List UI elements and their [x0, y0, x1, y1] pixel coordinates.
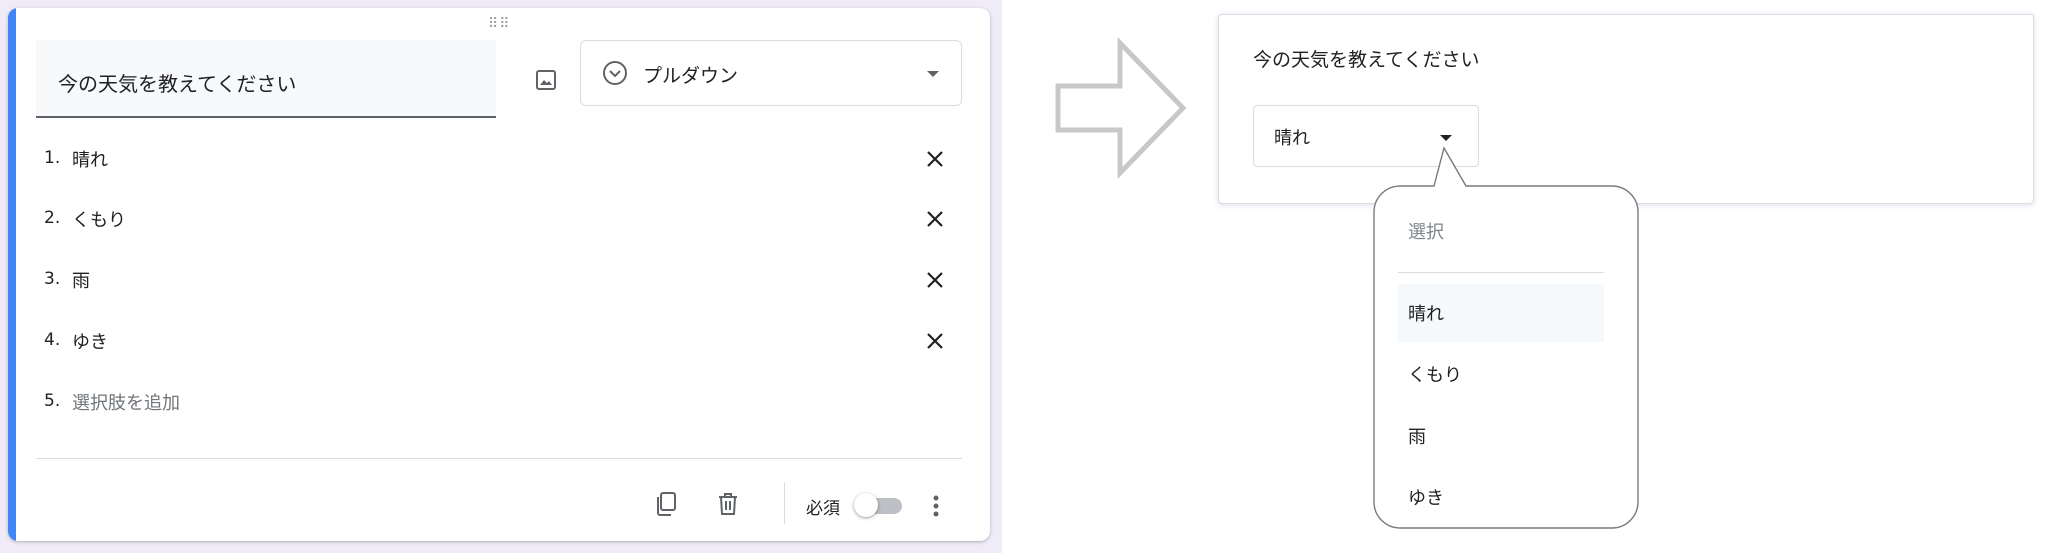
dropdown-item[interactable]: くもり — [1408, 361, 1462, 387]
option-row: 3. 雨 — [36, 259, 966, 299]
option-row: 4. ゆき — [36, 320, 966, 360]
drag-handle-icon[interactable]: ⠿⠿ — [488, 16, 511, 32]
right-arrow-icon — [1055, 38, 1187, 178]
trash-icon — [719, 493, 737, 515]
close-icon — [927, 211, 943, 227]
image-icon — [536, 70, 556, 90]
add-image-button[interactable] — [524, 58, 568, 102]
option-input[interactable]: ゆき — [72, 328, 108, 354]
chevron-down-icon — [927, 71, 939, 77]
option-number: 1. — [44, 148, 61, 168]
remove-option-button[interactable] — [918, 324, 952, 358]
selected-value: 晴れ — [1274, 128, 1310, 149]
question-editor-card: ⠿⠿ 今の天気を教えてください プルダウン 1. 晴れ 2. くもり 3. 雨 — [8, 8, 990, 541]
toolbar-divider — [784, 482, 785, 524]
option-input[interactable]: 晴れ — [72, 146, 108, 172]
option-number: 4. — [44, 330, 61, 350]
option-number: 5. — [44, 391, 61, 411]
copy-icon — [657, 492, 676, 516]
close-icon — [927, 333, 943, 349]
add-option-row: 5. 選択肢を追加 — [36, 381, 966, 421]
question-title-input[interactable]: 今の天気を教えてください — [36, 40, 496, 118]
dropdown-item[interactable]: ゆき — [1408, 484, 1444, 510]
question-title-text: 今の天気を教えてください — [58, 72, 297, 96]
option-number: 3. — [44, 269, 61, 289]
close-icon — [927, 151, 943, 167]
more-options-button[interactable] — [924, 490, 948, 522]
dropdown-separator — [1398, 272, 1604, 273]
remove-option-button[interactable] — [918, 202, 952, 236]
more-vert-icon — [933, 495, 939, 517]
question-type-dropdown[interactable]: プルダウン — [580, 40, 962, 106]
dropdown-placeholder[interactable]: 選択 — [1408, 218, 1444, 244]
delete-button[interactable] — [712, 488, 744, 520]
remove-option-button[interactable] — [918, 263, 952, 297]
remove-option-button[interactable] — [918, 142, 952, 176]
add-option-link[interactable]: 選択肢を追加 — [72, 389, 180, 415]
option-number: 2. — [44, 208, 61, 228]
dropdown-circle-icon — [603, 61, 627, 85]
duplicate-button[interactable] — [650, 488, 682, 520]
preview-question-title: 今の天気を教えてください — [1253, 49, 1480, 71]
question-type-label: プルダウン — [643, 65, 739, 87]
dropdown-item[interactable]: 晴れ — [1408, 300, 1444, 326]
active-card-accent — [8, 8, 16, 541]
option-row: 2. くもり — [36, 198, 966, 238]
option-input[interactable]: 雨 — [72, 267, 90, 293]
required-label: 必須 — [806, 499, 840, 519]
close-icon — [927, 272, 943, 288]
option-input[interactable]: くもり — [72, 206, 126, 232]
required-toggle-knob[interactable] — [854, 493, 878, 517]
dropdown-item[interactable]: 雨 — [1408, 423, 1426, 449]
footer-divider — [36, 458, 962, 459]
option-row: 1. 晴れ — [36, 138, 966, 178]
